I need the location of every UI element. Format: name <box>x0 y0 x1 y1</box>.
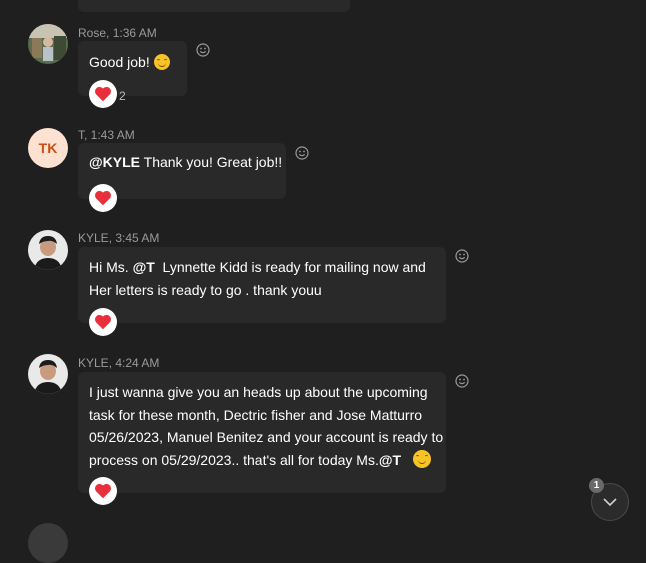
add-reaction-icon[interactable] <box>454 373 470 389</box>
message-meta: KYLE, 4:24 AM <box>78 356 160 370</box>
avatar[interactable] <box>28 354 68 394</box>
previous-message-bubble <box>78 0 350 12</box>
mention[interactable]: @T <box>133 259 155 275</box>
avatar-initials: TK <box>38 140 58 156</box>
heart-icon <box>95 190 111 206</box>
message-text: Good job! <box>89 54 150 70</box>
author-name: KYLE <box>78 231 109 245</box>
reaction-count: 2 <box>119 89 126 103</box>
avatar[interactable] <box>28 230 68 270</box>
avatar[interactable]: TK <box>28 128 68 168</box>
message-line: Lynnette Kidd is ready for mailing now a… <box>162 259 426 275</box>
message-line: Her letters is ready to go . thank youu <box>89 281 322 298</box>
message-line: process on 05/29/2023.. that's all for t… <box>89 451 379 468</box>
message-text: Thank you! Great job!! <box>140 154 283 170</box>
heart-icon <box>95 86 111 102</box>
mention[interactable]: @KYLE <box>89 154 140 170</box>
mention[interactable]: @T <box>379 452 401 468</box>
avatar[interactable] <box>28 24 68 64</box>
message-meta: T, 1:43 AM <box>78 128 135 142</box>
heart-reaction[interactable] <box>89 308 117 336</box>
message-time: 1:43 AM <box>90 128 135 142</box>
author-name: Rose <box>78 26 107 40</box>
unread-count-badge: 1 <box>589 478 604 493</box>
smiling-face-emoji <box>412 449 431 468</box>
heart-reaction[interactable] <box>89 80 117 108</box>
avatar[interactable] <box>28 523 68 563</box>
heart-reaction[interactable] <box>89 477 117 505</box>
author-name: T <box>78 128 84 142</box>
message-line: 05/26/2023, Manuel Benitez and your acco… <box>89 429 444 445</box>
message-prefix: Hi Ms. <box>89 259 133 275</box>
message-line: I just wanna give you an heads up about … <box>89 384 428 400</box>
smiling-face-emoji <box>153 54 170 70</box>
add-reaction-icon[interactable] <box>195 42 211 58</box>
author-name: KYLE <box>78 356 109 370</box>
heart-icon <box>95 483 111 499</box>
message-meta: Rose, 1:36 AM <box>78 26 157 40</box>
message-bubble[interactable]: Hi Ms. @T Lynnette Kidd is ready for mai… <box>78 247 446 323</box>
message-meta: KYLE, 3:45 AM <box>78 231 160 245</box>
message-time: 3:45 AM <box>115 231 160 245</box>
message-bubble[interactable]: I just wanna give you an heads up about … <box>78 372 446 493</box>
heart-icon <box>95 314 111 330</box>
add-reaction-icon[interactable] <box>294 145 310 161</box>
message-time: 1:36 AM <box>112 26 157 40</box>
message-time: 4:24 AM <box>115 356 160 370</box>
heart-reaction[interactable] <box>89 184 117 212</box>
add-reaction-icon[interactable] <box>454 248 470 264</box>
chevron-down-icon <box>603 498 617 507</box>
message-line: task for these month, Dectric fisher and… <box>89 406 423 423</box>
